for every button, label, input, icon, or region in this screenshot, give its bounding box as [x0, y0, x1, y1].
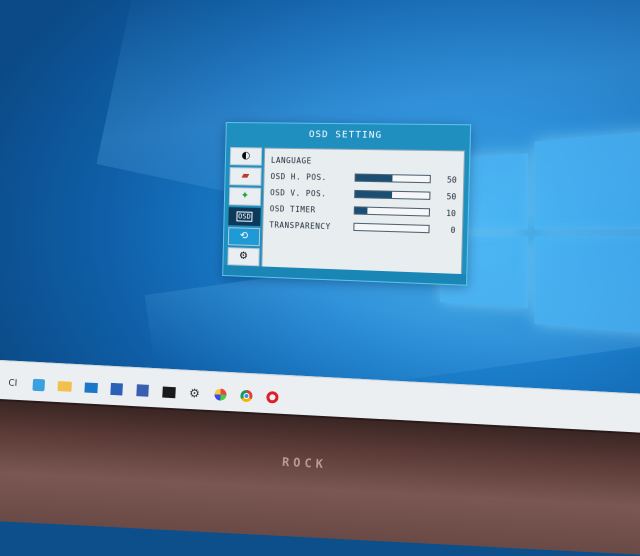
- osd-row-value: 10: [446, 208, 456, 218]
- h-pos-slider[interactable]: [355, 173, 431, 183]
- mail-icon[interactable]: [82, 379, 99, 396]
- timer-slider[interactable]: [354, 206, 430, 216]
- osd-row-value: 50: [446, 191, 456, 201]
- windows-logo-pane: [534, 236, 640, 335]
- osd-title: OSD SETTING: [226, 123, 470, 148]
- osd-tab-column: ◐ ▰ ✦ OSD ⟲ ⚙: [227, 147, 262, 266]
- image-adjust-tab[interactable]: ▰: [229, 167, 261, 186]
- windows-logo-pane: [534, 130, 640, 230]
- brightness-contrast-icon: ◐: [241, 151, 250, 161]
- task-view-icon[interactable]: [30, 377, 47, 394]
- image-adjust-icon: ▰: [241, 171, 249, 181]
- osd-setting-tab[interactable]: OSD: [228, 207, 260, 226]
- osd-row-label: LANGUAGE: [271, 155, 312, 165]
- reset-icon: ⟲: [240, 232, 249, 242]
- paint-icon[interactable]: [212, 386, 229, 403]
- osd-menu: OSD SETTING ◐ ▰ ✦ OSD ⟲ ⚙ LANGUAGE: [222, 122, 471, 286]
- osd-row-label: OSD TIMER: [270, 204, 316, 214]
- desktop-wallpaper: OSD SETTING ◐ ▰ ✦ OSD ⟲ ⚙ LANGUAGE: [0, 0, 640, 400]
- slider-fill: [355, 207, 368, 213]
- v-pos-slider[interactable]: [354, 190, 430, 200]
- misc-settings-icon: ⚙: [239, 252, 248, 262]
- osd-setting-icon: OSD: [236, 211, 253, 222]
- osd-row-label: OSD H. POS.: [270, 171, 326, 181]
- color-tab[interactable]: ✦: [229, 187, 261, 206]
- color-icon: ✦: [241, 191, 250, 201]
- osd-row-value: 50: [447, 175, 457, 185]
- slider-fill: [355, 191, 392, 198]
- ime-indicator[interactable]: CI: [4, 375, 21, 392]
- transparency-slider[interactable]: [353, 223, 429, 234]
- brightness-contrast-tab[interactable]: ◐: [230, 147, 262, 166]
- terminal-icon[interactable]: [160, 383, 177, 400]
- misc-settings-tab[interactable]: ⚙: [227, 247, 259, 266]
- osd-settings-panel: LANGUAGE OSD H. POS. 50 OSD V. POS. 50 O…: [261, 148, 465, 277]
- app-icon[interactable]: [134, 382, 151, 399]
- osd-row-label: OSD V. POS.: [270, 188, 326, 198]
- monitor-brand-logo: ROCK: [282, 455, 328, 471]
- settings-icon[interactable]: ⚙: [186, 385, 203, 402]
- word-icon[interactable]: [108, 381, 125, 398]
- osd-row-value: 0: [450, 225, 455, 235]
- slider-fill: [356, 175, 393, 182]
- reset-tab[interactable]: ⟲: [228, 227, 260, 246]
- osd-row-label: TRANSPARENCY: [269, 220, 331, 231]
- opera-icon[interactable]: [264, 389, 281, 406]
- file-explorer-icon[interactable]: [56, 378, 73, 395]
- chrome-icon[interactable]: [238, 388, 255, 405]
